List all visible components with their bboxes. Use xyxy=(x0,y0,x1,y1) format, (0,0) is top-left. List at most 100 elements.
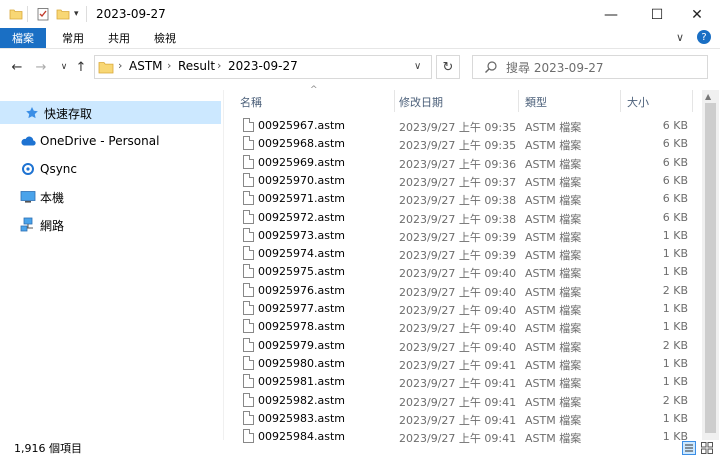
file-modified-date: 2023/9/27 上午 09:41 xyxy=(399,413,517,427)
file-row[interactable]: 00925968.astm 2023/9/27 上午 09:35 ASTM 檔案 6 … xyxy=(236,135,692,153)
tab-file[interactable]: 檔案 xyxy=(0,28,46,48)
qat-divider xyxy=(27,6,28,22)
file-name: 00925975.astm xyxy=(258,265,345,279)
scrollbar-thumb[interactable] xyxy=(705,103,716,433)
file-size: 1 KB xyxy=(662,265,688,279)
file-row[interactable]: 00925975.astm 2023/9/27 上午 09:40 ASTM 檔案 1 … xyxy=(236,263,692,281)
nav-item-network[interactable]: 網路 xyxy=(20,215,64,235)
file-modified-date: 2023/9/27 上午 09:40 xyxy=(399,340,517,354)
file-row[interactable]: 00925978.astm 2023/9/27 上午 09:40 ASTM 檔案 1 … xyxy=(236,318,692,336)
file-modified-date: 2023/9/27 上午 09:41 xyxy=(399,377,517,391)
ribbon-divider xyxy=(0,48,720,49)
file-row[interactable]: 00925967.astm 2023/9/27 上午 09:35 ASTM 檔案 6 … xyxy=(236,117,692,135)
large-icons-view-icon[interactable] xyxy=(700,441,714,455)
file-row[interactable]: 00925972.astm 2023/9/27 上午 09:38 ASTM 檔案 6 … xyxy=(236,209,692,227)
window-title: 2023-09-27 xyxy=(96,7,166,21)
folder-icon xyxy=(9,9,23,20)
file-row[interactable]: 00925976.astm 2023/9/27 上午 09:40 ASTM 檔案 2 … xyxy=(236,282,692,300)
file-icon xyxy=(243,154,254,169)
column-header-date[interactable]: 修改日期 xyxy=(399,92,509,112)
file-row[interactable]: 00925982.astm 2023/9/27 上午 09:41 ASTM 檔案 2 … xyxy=(236,392,692,410)
file-icon xyxy=(243,355,254,370)
recent-locations-button[interactable]: ∨ xyxy=(55,58,73,76)
file-row[interactable]: 00925980.astm 2023/9/27 上午 09:41 ASTM 檔案 1 … xyxy=(236,355,692,373)
file-modified-date: 2023/9/27 上午 09:35 xyxy=(399,139,517,153)
file-icon xyxy=(243,301,254,315)
file-type: ASTM 檔案 xyxy=(525,157,582,171)
file-row[interactable]: 00925973.astm 2023/9/27 上午 09:39 ASTM 檔案 1 … xyxy=(236,227,692,245)
file-size: 2 KB xyxy=(662,393,688,407)
file-row[interactable]: 00925974.astm 2023/9/27 上午 09:39 ASTM 檔案 1 … xyxy=(236,245,692,263)
file-type: ASTM 檔案 xyxy=(525,175,582,189)
qat-customize-icon[interactable]: ▾ xyxy=(74,9,79,19)
nav-item-this-pc[interactable]: 本機 xyxy=(20,187,64,207)
column-separator[interactable] xyxy=(692,90,693,112)
file-row[interactable]: 00925981.astm 2023/9/27 上午 09:41 ASTM 檔案 1 … xyxy=(236,373,692,391)
column-header-type[interactable]: 類型 xyxy=(525,92,615,112)
column-header-size[interactable]: 大小 xyxy=(627,92,687,112)
column-separator[interactable] xyxy=(394,90,395,112)
file-modified-date: 2023/9/27 上午 09:40 xyxy=(399,267,517,281)
up-button[interactable]: ↑ xyxy=(72,58,90,76)
nav-item-onedrive[interactable]: OneDrive - Personal xyxy=(20,131,159,151)
column-separator[interactable] xyxy=(620,90,621,112)
file-type: ASTM 檔案 xyxy=(525,249,582,263)
tab-share[interactable]: 共用 xyxy=(96,28,142,48)
scroll-up-icon[interactable]: ▲ xyxy=(705,92,711,101)
file-modified-date: 2023/9/27 上午 09:41 xyxy=(399,395,517,409)
back-button[interactable]: ← xyxy=(8,58,26,76)
ribbon-expand-icon[interactable]: ∨ xyxy=(676,31,684,44)
title-divider xyxy=(86,6,87,22)
network-icon xyxy=(20,217,36,233)
breadcrumb-separator[interactable]: › xyxy=(118,59,122,72)
file-name: 00925983.astm xyxy=(258,411,345,425)
address-dropdown-icon[interactable]: ∨ xyxy=(414,61,421,72)
breadcrumb-separator[interactable]: › xyxy=(217,59,221,72)
tab-home[interactable]: 常用 xyxy=(50,28,96,48)
breadcrumb-result[interactable]: Result xyxy=(178,59,215,73)
refresh-button[interactable]: ↻ xyxy=(436,55,460,79)
file-row[interactable]: 00925983.astm 2023/9/27 上午 09:41 ASTM 檔案 1 … xyxy=(236,410,692,428)
breadcrumb-separator[interactable]: › xyxy=(167,59,171,72)
column-header-name[interactable]: 名稱 xyxy=(240,92,390,112)
minimize-button[interactable]: — xyxy=(588,0,634,30)
close-button[interactable]: ✕ xyxy=(674,0,720,30)
column-separator[interactable] xyxy=(518,90,519,112)
file-modified-date: 2023/9/27 上午 09:41 xyxy=(399,432,517,446)
star-icon xyxy=(24,105,40,121)
forward-button[interactable]: → xyxy=(32,58,50,76)
file-name: 00925973.astm xyxy=(258,228,345,242)
tab-view[interactable]: 檢視 xyxy=(142,28,188,48)
file-icon xyxy=(243,209,254,224)
nav-item-quick-access[interactable]: 快速存取 xyxy=(24,103,92,123)
file-modified-date: 2023/9/27 上午 09:40 xyxy=(399,285,517,299)
file-size: 6 KB xyxy=(662,137,688,151)
file-size: 1 KB xyxy=(662,228,688,242)
file-row[interactable]: 00925971.astm 2023/9/27 上午 09:38 ASTM 檔案 6 … xyxy=(236,190,692,208)
file-name: 00925979.astm xyxy=(258,338,345,352)
nav-item-qsync[interactable]: Qsync xyxy=(20,159,77,179)
new-folder-icon[interactable] xyxy=(56,7,70,21)
properties-icon[interactable] xyxy=(36,7,50,21)
file-row[interactable]: 00925977.astm 2023/9/27 上午 09:40 ASTM 檔案 1 … xyxy=(236,300,692,318)
nav-item-label: 快速存取 xyxy=(44,106,93,121)
file-row[interactable]: 00925984.astm 2023/9/27 上午 09:41 ASTM 檔案 1 … xyxy=(236,428,692,446)
file-type: ASTM 檔案 xyxy=(525,413,582,427)
details-view-icon[interactable] xyxy=(682,441,696,455)
file-icon xyxy=(243,392,254,407)
breadcrumb-astm[interactable]: ASTM xyxy=(129,59,163,73)
file-size: 1 KB xyxy=(662,411,688,425)
file-size: 6 KB xyxy=(662,210,688,224)
file-name: 00925978.astm xyxy=(258,320,345,334)
file-modified-date: 2023/9/27 上午 09:40 xyxy=(399,322,517,336)
file-row[interactable]: 00925969.astm 2023/9/27 上午 09:36 ASTM 檔案 6 … xyxy=(236,154,692,172)
file-row[interactable]: 00925979.astm 2023/9/27 上午 09:40 ASTM 檔案 2 … xyxy=(236,337,692,355)
pane-divider[interactable] xyxy=(223,90,224,440)
file-icon xyxy=(243,118,254,132)
file-size: 1 KB xyxy=(662,247,688,261)
file-type: ASTM 檔案 xyxy=(525,377,582,391)
breadcrumb-current[interactable]: 2023-09-27 xyxy=(228,59,298,73)
help-icon[interactable]: ? xyxy=(697,30,711,44)
file-type: ASTM 檔案 xyxy=(525,340,582,354)
file-row[interactable]: 00925970.astm 2023/9/27 上午 09:37 ASTM 檔案 6 … xyxy=(236,172,692,190)
